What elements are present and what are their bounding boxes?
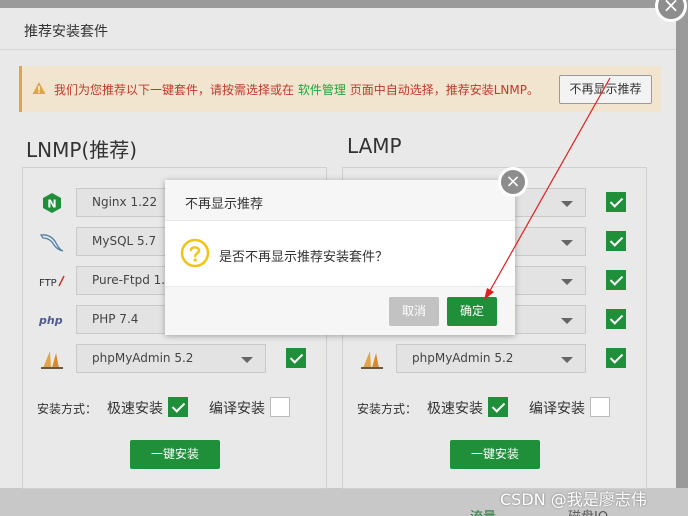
php-icon: php [38,314,63,327]
lnmp-row-phpmyadmin: phpMyAdmin 5.2 [23,344,328,374]
lamp-install-button[interactable]: 一键安装 [450,440,540,469]
chevron-down-icon [561,201,573,207]
phpmyadmin-icon [361,351,383,369]
svg-text:N: N [47,198,56,211]
lamp-mysql-checkbox[interactable] [606,231,626,251]
warning-icon [32,82,46,94]
nginx-version-value: Nginx 1.22 [92,195,158,209]
fast-install-label: 极速安装 [107,401,163,417]
compile-install-label: 编译安装 [209,401,265,417]
confirm-dialog: 不再显示推荐 × 是否不再显示推荐安装套件？ 取消 确定 [165,167,528,335]
notice-text: 我们为您推荐以下一键套件，请按需选择或在 软件管理 页面中自动选择，推荐安装LN… [54,81,539,98]
dont-show-again-button[interactable]: 不再显示推荐 [559,75,652,104]
ftp-icon: FTP [39,275,65,289]
dialog-title: 推荐安装套件 [24,24,108,40]
chevron-down-icon [561,240,573,246]
php-version-value: PHP 7.4 [92,312,139,326]
install-method-label: 安装方式： [357,402,418,416]
confirm-message: 是否不再显示推荐安装套件？ [219,250,389,265]
close-icon: × [662,0,680,17]
confirm-header: 不再显示推荐 [165,180,515,221]
svg-text:php: php [38,314,63,327]
confirm-close-button[interactable]: × [498,167,528,197]
chevron-down-icon [561,279,573,285]
phpmyadmin-version-value: phpMyAdmin 5.2 [92,351,194,365]
software-manage-link[interactable]: 软件管理 [298,83,346,97]
notice-text-before: 我们为您推荐以下一键套件，请按需选择或在 [54,83,295,97]
lnmp-title: LNMP(推荐) [26,138,138,162]
chevron-down-icon [561,357,573,363]
lamp-phpmyadmin-version-value: phpMyAdmin 5.2 [412,351,514,365]
question-icon [180,238,210,268]
lamp-row-phpmyadmin: phpMyAdmin 5.2 [343,344,648,374]
phpmyadmin-checkbox[interactable] [286,348,306,368]
apache-checkbox[interactable] [606,192,626,212]
lamp-title: LAMP [347,134,402,158]
install-method-label: 安装方式： [37,402,98,416]
fast-install-checkbox[interactable] [168,397,188,417]
mysql-icon [39,234,64,252]
notice-text-after: 页面中自动选择，推荐安装LNMP。 [349,83,539,97]
compile-install-checkbox[interactable] [270,397,290,417]
confirm-footer: 取消 确定 [165,286,515,335]
nginx-icon: N [43,193,61,213]
svg-text:FTP: FTP [39,278,57,289]
close-icon: × [505,171,521,192]
chevron-down-icon [561,318,573,324]
watermark: CSDN @我是廖志伟 [500,490,647,509]
lamp-phpmyadmin-version-select[interactable]: phpMyAdmin 5.2 [396,344,586,373]
confirm-ok-button[interactable]: 确定 [447,297,497,326]
lnmp-install-method: 安装方式： 极速安装 编译安装 [37,397,327,419]
recommend-notice: 我们为您推荐以下一键套件，请按需选择或在 软件管理 页面中自动选择，推荐安装LN… [19,66,661,112]
lamp-phpmyadmin-checkbox[interactable] [606,348,626,368]
mysql-version-value: MySQL 5.7 [92,234,157,248]
compile-install-checkbox[interactable] [590,397,610,417]
lamp-ftp-checkbox[interactable] [606,270,626,290]
dialog-header: 推荐安装套件 [0,8,676,50]
phpmyadmin-icon [41,351,63,369]
phpmyadmin-version-select[interactable]: phpMyAdmin 5.2 [76,344,266,373]
fast-install-checkbox[interactable] [488,397,508,417]
ftp-version-value: Pure-Ftpd 1.0 [92,273,173,287]
lamp-install-method: 安装方式： 极速安装 编译安装 [357,397,647,419]
fast-install-label: 极速安装 [427,401,483,417]
chevron-down-icon [241,357,253,363]
lamp-php-checkbox[interactable] [606,309,626,329]
lnmp-install-button[interactable]: 一键安装 [130,440,220,469]
background-traffic-label: 流量 [470,506,496,516]
cancel-button[interactable]: 取消 [389,297,439,326]
compile-install-label: 编译安装 [529,401,585,417]
confirm-title: 不再显示推荐 [185,197,264,212]
